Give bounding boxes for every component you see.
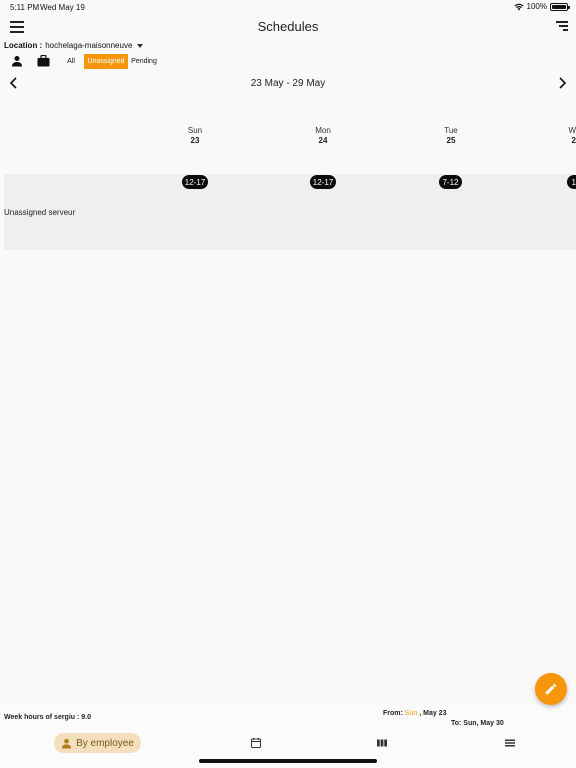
sort-icon[interactable] xyxy=(556,20,568,32)
day-header-mon: Mon 24 xyxy=(303,126,343,145)
day-name: W xyxy=(568,126,576,135)
shift-pill[interactable]: 12-17 xyxy=(182,175,208,189)
day-header-tue: Tue 25 xyxy=(431,126,471,145)
calendar-icon[interactable] xyxy=(250,737,262,749)
day-number: 25 xyxy=(446,136,456,145)
day-number: 2 xyxy=(571,136,576,145)
row-label: Unassigned serveur xyxy=(4,208,76,217)
edit-button[interactable] xyxy=(535,673,567,705)
filter-all[interactable]: All xyxy=(63,54,79,69)
caret-down-icon xyxy=(137,43,144,48)
nav-by-employee-label: By employee xyxy=(76,737,134,749)
day-name: Tue xyxy=(444,126,458,135)
day-header-sun: Sun 23 xyxy=(175,126,215,145)
home-indicator xyxy=(199,759,377,763)
day-name: Sun xyxy=(187,126,203,135)
pencil-icon xyxy=(545,683,557,695)
briefcase-icon[interactable] xyxy=(37,55,50,67)
week-view-icon[interactable] xyxy=(376,737,388,749)
list-view-icon[interactable] xyxy=(504,737,516,749)
filter-unassigned[interactable]: Unassigned xyxy=(84,54,128,69)
person-icon[interactable] xyxy=(11,55,23,67)
filter-pending[interactable]: Pending xyxy=(129,54,159,69)
battery-icon xyxy=(550,2,570,11)
location-label: Location : xyxy=(4,41,43,50)
location-selector[interactable]: Location : hochelaga-maisonneuve xyxy=(4,41,144,50)
status-date: Wed May 19 xyxy=(40,3,85,12)
to-date: To: Sun, May 30 xyxy=(451,720,504,727)
from-label: From: xyxy=(383,710,403,717)
chevron-right-icon[interactable] xyxy=(556,77,568,89)
day-header-wed: W 2 xyxy=(559,126,576,145)
week-hours: Week hours of sergiu : 9.0 xyxy=(4,714,92,721)
wifi-icon xyxy=(513,3,524,10)
from-date: From: Sun , May 23 xyxy=(383,710,446,717)
shift-pill[interactable]: 1 xyxy=(567,175,576,189)
shift-pill[interactable]: 12-17 xyxy=(310,175,336,189)
week-range: 23 May - 29 May xyxy=(250,78,326,89)
from-date-value: , May 23 xyxy=(419,710,447,717)
day-number: 24 xyxy=(318,136,328,145)
location-value: hochelaga-maisonneuve xyxy=(45,41,133,50)
status-time: 5:11 PM xyxy=(10,3,40,12)
schedule-row[interactable] xyxy=(4,174,576,250)
day-name: Mon xyxy=(315,126,331,135)
status-indicators: 100% xyxy=(513,2,570,11)
person-icon xyxy=(62,738,72,749)
day-number: 23 xyxy=(190,136,200,145)
shift-pill[interactable]: 7-12 xyxy=(439,175,462,189)
battery-percent: 100% xyxy=(526,2,547,11)
page-title: Schedules xyxy=(257,19,319,34)
from-day: Sun xyxy=(404,710,418,717)
nav-by-employee[interactable]: By employee xyxy=(54,733,141,753)
